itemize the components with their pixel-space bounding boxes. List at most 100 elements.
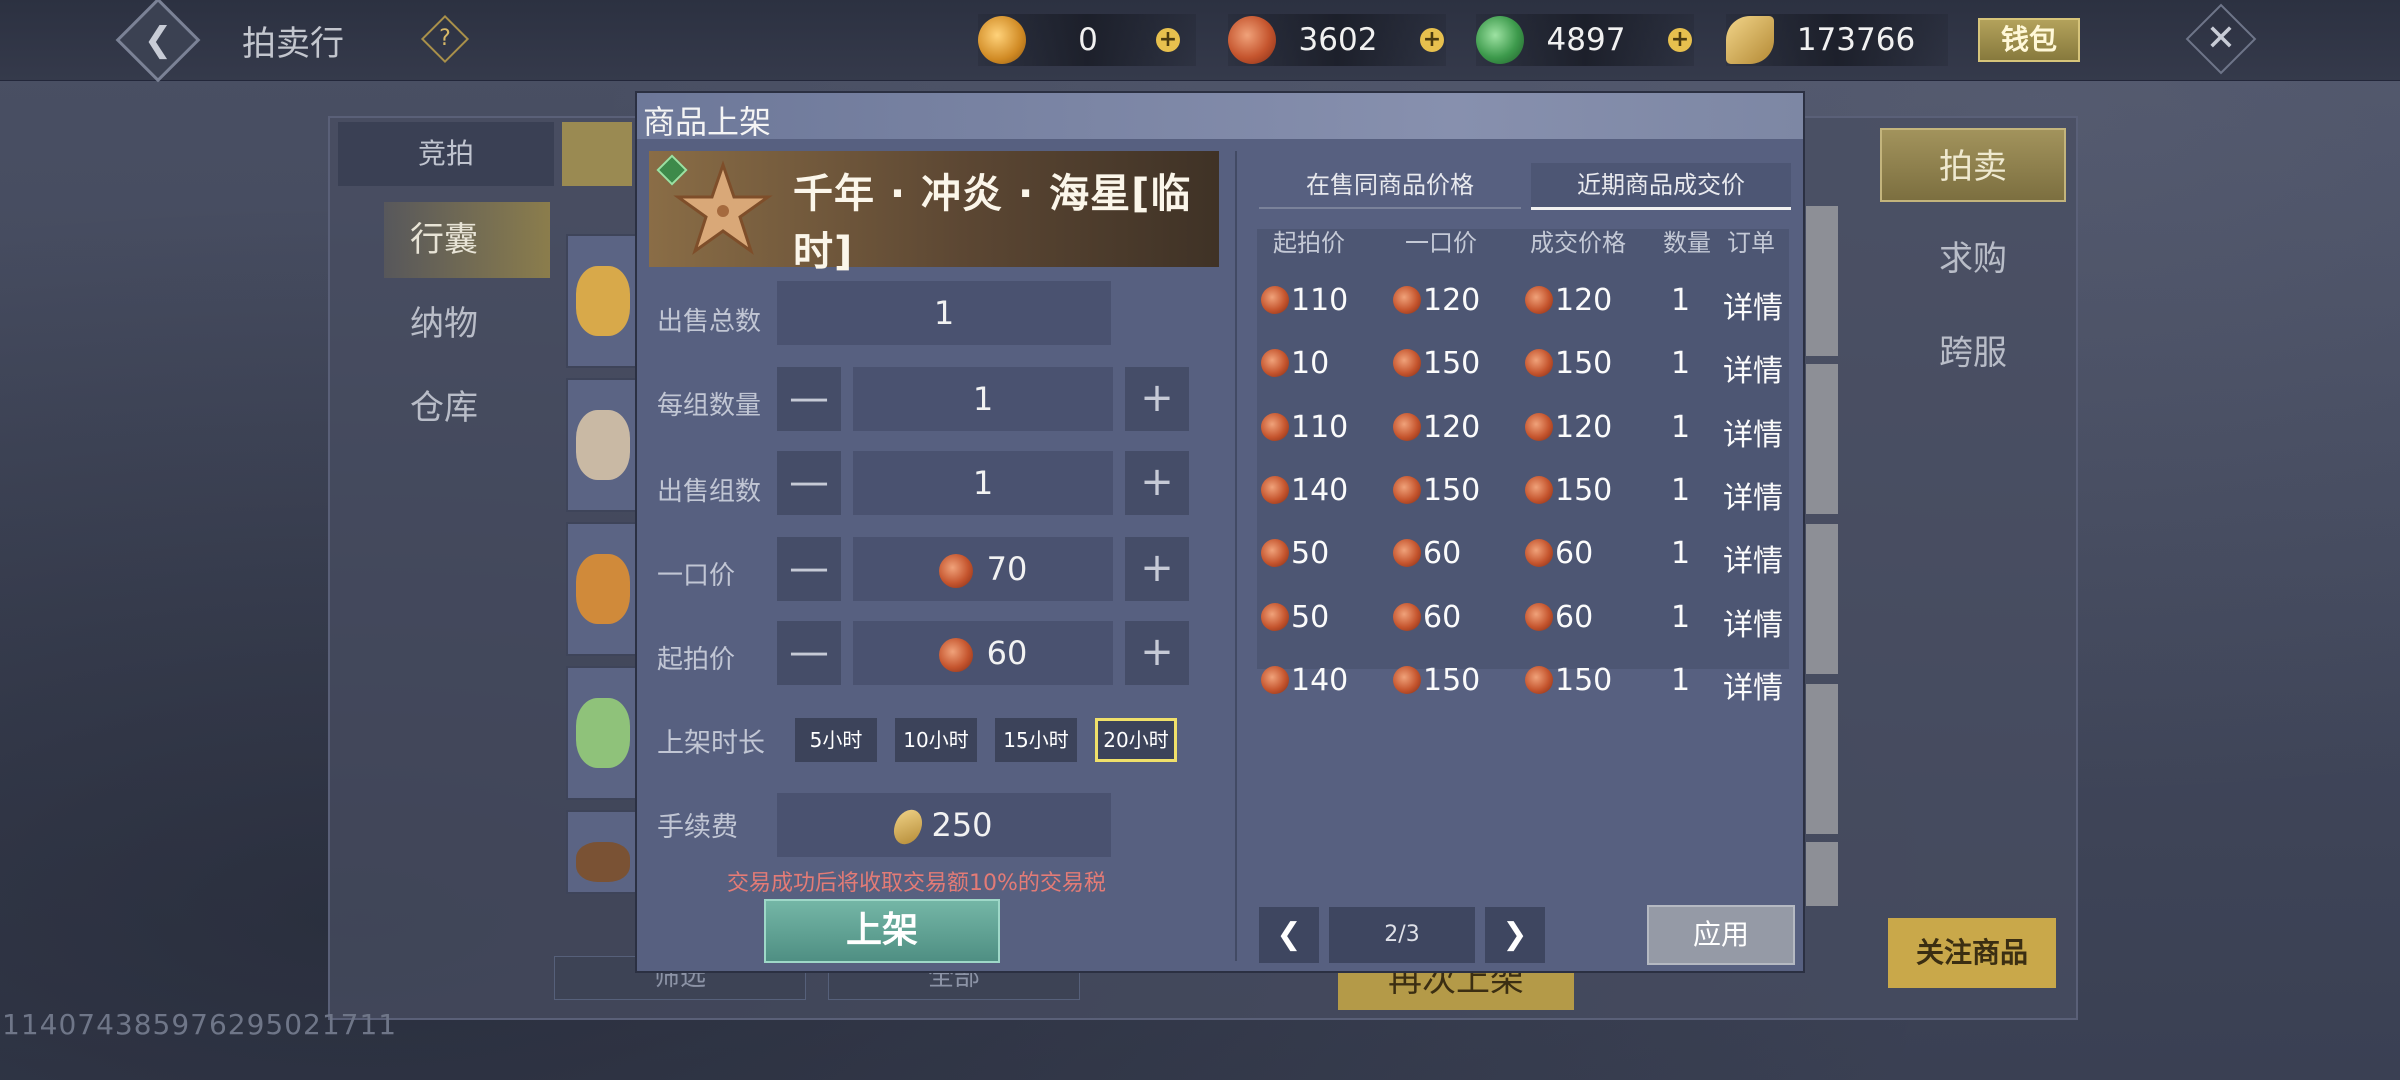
next-page-button[interactable]: ❯ bbox=[1485, 907, 1545, 963]
group-count-input[interactable]: 1 bbox=[853, 451, 1113, 515]
prev-page-button[interactable]: ❮ bbox=[1259, 907, 1319, 963]
deal-price-cell: 120 bbox=[1525, 283, 1612, 318]
buyout-plus-button[interactable]: + bbox=[1125, 537, 1189, 601]
tax-note: 交易成功后将收取交易额10%的交易税 bbox=[727, 871, 1106, 896]
nav-item-storage[interactable]: 纳物 bbox=[384, 286, 550, 362]
start-price-cell-value: 110 bbox=[1291, 283, 1349, 318]
item-name: 千年 · 冲炎 · 海星[临时] bbox=[793, 171, 1192, 275]
tab-recent-deals[interactable]: 近期商品成交价 bbox=[1531, 163, 1791, 210]
starfish-icon bbox=[673, 160, 773, 255]
follow-item-button[interactable]: 关注商品 bbox=[1888, 918, 2056, 988]
dialog-title: 商品上架 bbox=[643, 103, 772, 141]
tab-auction[interactable]: 拍卖 bbox=[1880, 128, 2066, 202]
order-detail-link[interactable]: 详情 bbox=[1723, 283, 1783, 327]
buyout-price-cell-value: 60 bbox=[1423, 536, 1462, 572]
list-strip bbox=[1806, 364, 1838, 514]
jade-coin-icon bbox=[1476, 16, 1524, 64]
total-count-label: 出售总数 bbox=[657, 307, 762, 337]
tab-current-prices[interactable]: 在售同商品价格 bbox=[1259, 163, 1521, 209]
plus-icon[interactable]: + bbox=[1668, 28, 1692, 52]
order-detail-link[interactable]: 详情 bbox=[1723, 346, 1783, 390]
start-price-cell: 50 bbox=[1261, 536, 1329, 571]
order-detail-link[interactable]: 详情 bbox=[1723, 473, 1783, 517]
copper-coin-icon bbox=[1393, 412, 1421, 441]
quantity-cell-value: 1 bbox=[1671, 536, 1691, 572]
currency-gold-leaf: 173766 bbox=[1726, 14, 1948, 66]
header-buyout-price: 一口价 bbox=[1405, 229, 1477, 257]
list-strip bbox=[1806, 206, 1838, 356]
start-price-input[interactable]: 60 bbox=[853, 621, 1113, 685]
help-button[interactable]: ? bbox=[420, 14, 470, 64]
copper-coin-icon bbox=[1261, 286, 1289, 314]
list-item-button[interactable]: 上架 bbox=[764, 899, 1000, 963]
copper-coin-icon bbox=[1261, 539, 1289, 568]
tab-active[interactable] bbox=[562, 122, 632, 186]
table-row: 140 150 150 1 详情 bbox=[1257, 461, 1789, 524]
order-detail-link[interactable]: 详情 bbox=[1723, 410, 1783, 454]
deal-price-cell-value: 60 bbox=[1555, 599, 1594, 635]
apply-button[interactable]: 应用 bbox=[1647, 905, 1795, 965]
plus-icon[interactable]: + bbox=[1156, 28, 1180, 52]
tab-bidding[interactable]: 竞拍 bbox=[338, 122, 554, 186]
order-detail-link[interactable]: 详情 bbox=[1723, 663, 1783, 707]
deal-price-cell: 120 bbox=[1525, 410, 1612, 445]
duration-20h-button[interactable]: 20小时 bbox=[1095, 718, 1177, 762]
start-price-cell-value: 50 bbox=[1291, 536, 1330, 572]
buyout-price-cell: 150 bbox=[1393, 346, 1480, 381]
group-count-label: 出售组数 bbox=[657, 477, 762, 507]
copper-coin-icon bbox=[1261, 475, 1289, 504]
dialog-header: 商品上架 bbox=[637, 93, 1803, 141]
duration-15h-button[interactable]: 15小时 bbox=[995, 718, 1077, 762]
buyout-price-input[interactable]: 70 bbox=[853, 537, 1113, 601]
tab-buy-request[interactable]: 求购 bbox=[1880, 222, 2066, 296]
currency-value: 3602 bbox=[1298, 22, 1378, 58]
copper-coin-icon bbox=[1393, 475, 1421, 504]
buyout-price-cell-value: 60 bbox=[1423, 599, 1462, 635]
list-strip bbox=[1806, 842, 1838, 906]
start-price-cell-value: 10 bbox=[1291, 346, 1330, 382]
bag-item-slot[interactable] bbox=[566, 522, 640, 656]
currency-gold-ingot: 0 + bbox=[978, 14, 1196, 66]
copper-coin-icon bbox=[1525, 475, 1553, 504]
quantity-cell-value: 1 bbox=[1671, 599, 1691, 635]
group-count-plus-button[interactable]: + bbox=[1125, 451, 1189, 515]
tab-cross-server[interactable]: 跨服 bbox=[1880, 316, 2066, 390]
top-bar: ❮ 拍卖行 ? 0 + 3602 + 4897 + 173766 钱包 ✕ bbox=[0, 0, 2400, 83]
duration-10h-button[interactable]: 10小时 bbox=[895, 718, 977, 762]
per-group-plus-button[interactable]: + bbox=[1125, 367, 1189, 431]
fee-label: 手续费 bbox=[657, 812, 738, 843]
start-price-cell: 50 bbox=[1261, 600, 1329, 635]
nav-item-warehouse[interactable]: 仓库 bbox=[384, 370, 550, 446]
close-button[interactable]: ✕ bbox=[2185, 3, 2257, 75]
per-group-input[interactable]: 1 bbox=[853, 367, 1113, 431]
page-title: 拍卖行 bbox=[242, 24, 344, 64]
quantity-cell: 1 bbox=[1671, 473, 1690, 508]
start-price-cell: 110 bbox=[1261, 283, 1348, 318]
plus-icon[interactable]: + bbox=[1420, 28, 1444, 52]
table-row: 50 60 60 1 详情 bbox=[1257, 588, 1789, 651]
order-detail-link-value: 详情 bbox=[1723, 607, 1783, 643]
table-row: 110 120 120 1 详情 bbox=[1257, 398, 1789, 461]
bag-item-slot[interactable] bbox=[566, 378, 640, 512]
start-price-plus-button[interactable]: + bbox=[1125, 621, 1189, 685]
buyout-price-label: 一口价 bbox=[657, 561, 736, 591]
order-detail-link[interactable]: 详情 bbox=[1723, 600, 1783, 644]
duration-5h-button[interactable]: 5小时 bbox=[795, 718, 877, 762]
bag-item-slot[interactable] bbox=[566, 234, 640, 368]
group-count-minus-button[interactable]: — bbox=[777, 451, 841, 515]
buyout-minus-button[interactable]: — bbox=[777, 537, 841, 601]
wallet-button[interactable]: 钱包 bbox=[1978, 18, 2080, 62]
bag-item-slot[interactable] bbox=[566, 666, 640, 800]
start-price-minus-button[interactable]: — bbox=[777, 621, 841, 685]
fruit-item-icon bbox=[576, 554, 630, 624]
copper-coin-icon bbox=[1393, 286, 1421, 314]
fee-value: 250 bbox=[931, 806, 993, 844]
back-button[interactable]: ❮ bbox=[115, 0, 201, 83]
buyout-price-cell: 150 bbox=[1393, 663, 1480, 698]
per-group-minus-button[interactable]: — bbox=[777, 367, 841, 431]
order-detail-link[interactable]: 详情 bbox=[1723, 536, 1783, 580]
buyout-price-cell: 150 bbox=[1393, 473, 1480, 508]
nav-item-bag[interactable]: 行囊 bbox=[384, 202, 550, 278]
quantity-cell: 1 bbox=[1671, 663, 1690, 698]
bag-item-slot[interactable] bbox=[566, 810, 640, 894]
